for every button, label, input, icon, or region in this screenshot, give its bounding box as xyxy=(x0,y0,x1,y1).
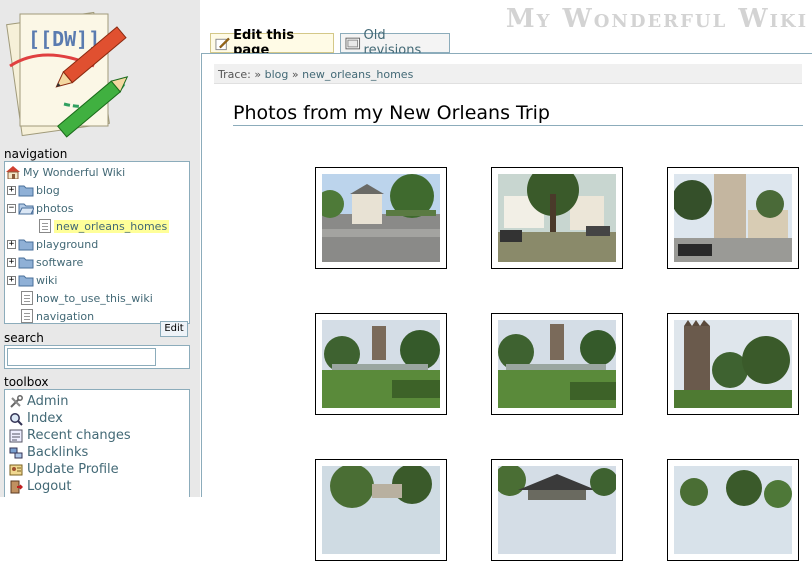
search-input[interactable] xyxy=(7,348,156,366)
folder-icon xyxy=(18,275,34,286)
expand-icon[interactable]: + xyxy=(7,257,16,267)
photo-park-fountain-2 xyxy=(498,320,616,408)
folder-icon xyxy=(18,239,34,250)
expand-icon[interactable]: + xyxy=(7,185,16,195)
toolbox-index[interactable]: Index xyxy=(9,410,63,427)
photo-thumbnail[interactable] xyxy=(315,459,447,561)
folder-open-icon xyxy=(18,203,34,214)
svg-text:[[DW]]: [[DW]] xyxy=(28,27,100,51)
tree-item-label: how_to_use_this_wiki xyxy=(36,291,153,305)
photo-oak-tree-house xyxy=(498,174,616,262)
main-content: Trace: » blog » new_orleans_homes Photos… xyxy=(201,53,812,561)
breadcrumb-separator: » xyxy=(254,68,262,81)
toolbox-label: Backlinks xyxy=(27,445,89,460)
toolbox-label: Update Profile xyxy=(27,462,119,477)
photo-pavilion xyxy=(498,466,616,554)
breadcrumb-prefix: Trace: xyxy=(218,68,251,81)
navigation-title: navigation xyxy=(4,147,68,161)
revisions-icon xyxy=(345,37,361,49)
toolbox-label: Admin xyxy=(27,394,69,409)
sidebar: [[DW]] navigation My Wonderful Wiki + bl… xyxy=(0,0,200,497)
tree-item-label: software xyxy=(36,255,84,269)
toolbox: Admin Index Recent changes Backlinks Upd… xyxy=(4,389,190,497)
tree-item-label: My Wonderful Wiki xyxy=(23,165,126,179)
toolbox-label: Logout xyxy=(27,479,72,494)
photo-thumbnail[interactable] xyxy=(491,313,623,415)
page-icon xyxy=(21,309,33,323)
site-title[interactable]: My Wonderful Wiki xyxy=(506,4,808,34)
collapse-icon[interactable]: − xyxy=(7,203,16,213)
tree-item-navigation[interactable]: navigation xyxy=(21,307,94,325)
photo-garden xyxy=(322,466,440,554)
photo-thumbnail[interactable] xyxy=(667,459,799,561)
tree-item-how-to-use-this-wiki[interactable]: how_to_use_this_wiki xyxy=(21,289,153,307)
toolbox-admin[interactable]: Admin xyxy=(9,393,68,410)
breadcrumb-separator: » xyxy=(291,68,299,81)
photo-thumbnail[interactable] xyxy=(667,167,799,269)
photo-thumbnail[interactable] xyxy=(667,313,799,415)
toolbox-label: Recent changes xyxy=(27,428,131,443)
expand-icon[interactable]: + xyxy=(7,275,16,285)
breadcrumb-link-blog[interactable]: blog xyxy=(265,68,289,81)
admin-icon xyxy=(9,394,23,409)
logout-icon xyxy=(9,480,23,494)
page-icon xyxy=(39,219,51,233)
backlinks-icon xyxy=(9,446,23,460)
tree-item-new-orleans-homes[interactable]: new_orleans_homes xyxy=(39,217,170,235)
profile-icon xyxy=(9,463,23,477)
tree-item-label: photos xyxy=(36,201,74,215)
tab-edit-page[interactable]: Edit this page xyxy=(210,28,334,58)
tree-item-playground[interactable]: + playground xyxy=(7,235,98,253)
tree-item-blog[interactable]: + blog xyxy=(7,181,60,199)
photo-thumbnail[interactable] xyxy=(315,167,447,269)
photo-thumbnail[interactable] xyxy=(315,313,447,415)
edit-navigation-button[interactable]: Edit xyxy=(160,321,188,337)
tree-item-photos[interactable]: − photos xyxy=(7,199,73,217)
expand-icon[interactable]: + xyxy=(7,239,16,249)
tree-item-label: wiki xyxy=(36,273,58,287)
tree-item-label: navigation xyxy=(36,309,95,323)
toolbox-logout[interactable]: Logout xyxy=(9,478,72,495)
photo-trees xyxy=(674,466,792,554)
tree-item-label: playground xyxy=(36,237,99,251)
folder-icon xyxy=(18,185,34,196)
tree-item-home[interactable]: My Wonderful Wiki xyxy=(5,163,125,181)
edit-icon xyxy=(215,37,230,50)
breadcrumb-link-new-orleans-homes[interactable]: new_orleans_homes xyxy=(302,68,413,81)
search-title: search xyxy=(4,331,44,345)
dokuwiki-logo[interactable]: [[DW]] xyxy=(4,4,144,144)
toolbox-update-profile[interactable]: Update Profile xyxy=(9,461,119,478)
search-box xyxy=(4,345,190,369)
tree-item-wiki[interactable]: + wiki xyxy=(7,271,57,289)
navigation-tree: My Wonderful Wiki + blog − photos new_or… xyxy=(4,161,190,324)
toolbox-recent-changes[interactable]: Recent changes xyxy=(9,427,131,444)
tree-item-software[interactable]: + software xyxy=(7,253,83,271)
photo-gothic-tower xyxy=(674,320,792,408)
page-icon xyxy=(21,291,33,305)
tree-item-label: blog xyxy=(36,183,60,197)
photo-building-corner xyxy=(674,174,792,262)
photo-thumbnail[interactable] xyxy=(491,459,623,561)
home-icon xyxy=(6,166,20,179)
page-title: Photos from my New Orleans Trip xyxy=(233,102,803,126)
breadcrumb: Trace: » blog » new_orleans_homes xyxy=(214,64,802,84)
recent-changes-icon xyxy=(9,429,23,443)
tab-old-revisions[interactable]: Old revisions xyxy=(340,28,450,58)
tree-item-label: new_orleans_homes xyxy=(54,219,170,233)
toolbox-backlinks[interactable]: Backlinks xyxy=(9,444,88,461)
index-icon xyxy=(9,412,23,426)
toolbox-label: Index xyxy=(27,411,63,426)
photo-thumbnail[interactable] xyxy=(491,167,623,269)
photo-house-street xyxy=(322,174,440,262)
photo-park-fountain xyxy=(322,320,440,408)
toolbox-title: toolbox xyxy=(4,375,49,389)
folder-icon xyxy=(18,257,34,268)
